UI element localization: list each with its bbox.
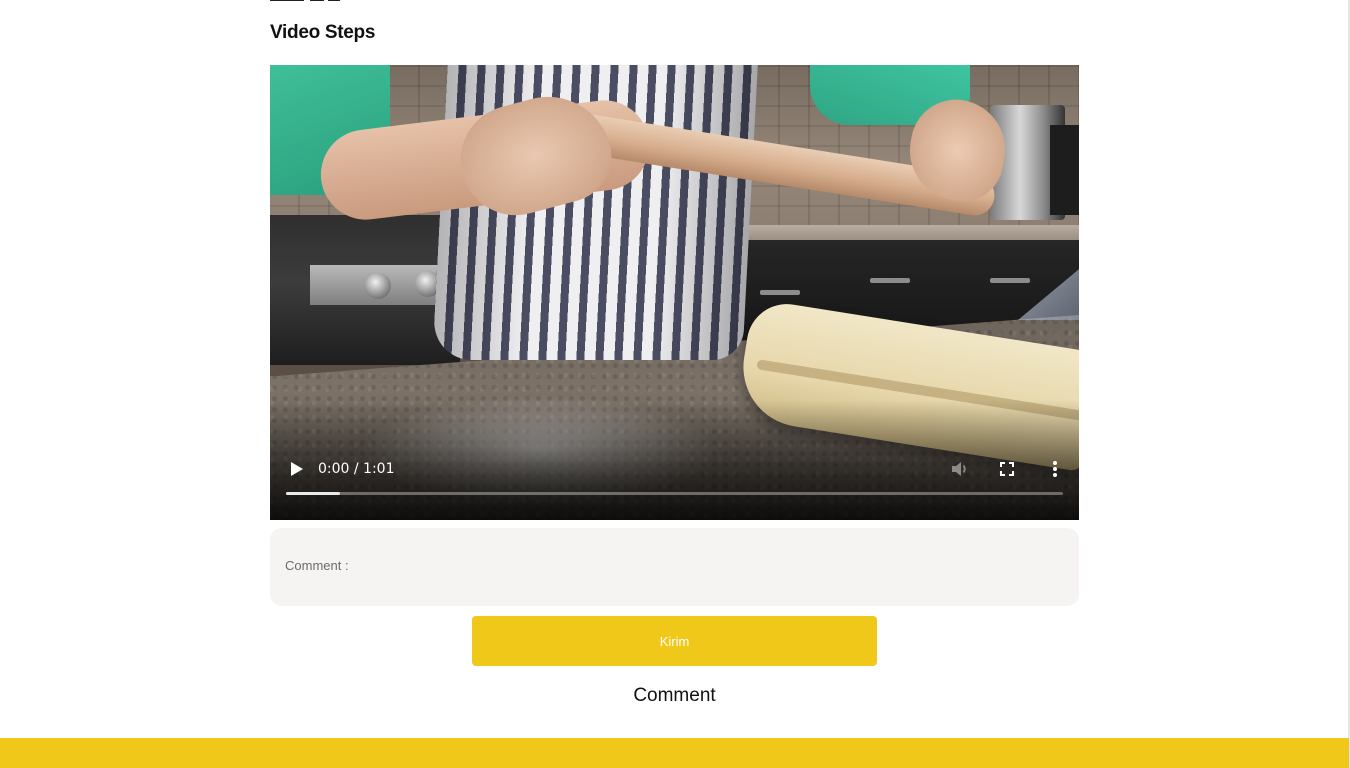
volume-icon[interactable] xyxy=(947,457,971,481)
video-controls: 0:00 / 1:01 xyxy=(270,450,1079,520)
video-progress-bar[interactable] xyxy=(286,492,1063,495)
comments-heading: Comment xyxy=(633,685,716,706)
submit-comment-button[interactable]: Kirim xyxy=(472,616,877,666)
truncated-previous-text xyxy=(270,0,510,3)
video-buffered-fill xyxy=(286,492,341,495)
footer-bar xyxy=(0,738,1349,768)
recipe-video-player[interactable]: 0:00 / 1:01 xyxy=(270,65,1079,520)
more-vertical-icon[interactable] xyxy=(1043,457,1067,481)
fullscreen-icon[interactable] xyxy=(995,457,1019,481)
comment-label: Comment : xyxy=(285,558,349,573)
video-time-display: 0:00 / 1:01 xyxy=(318,461,395,477)
comment-field[interactable]: Comment : xyxy=(270,528,1079,606)
play-icon[interactable] xyxy=(284,457,308,481)
video-steps-title: Video Steps xyxy=(270,22,376,43)
comment-input[interactable] xyxy=(362,546,1066,588)
